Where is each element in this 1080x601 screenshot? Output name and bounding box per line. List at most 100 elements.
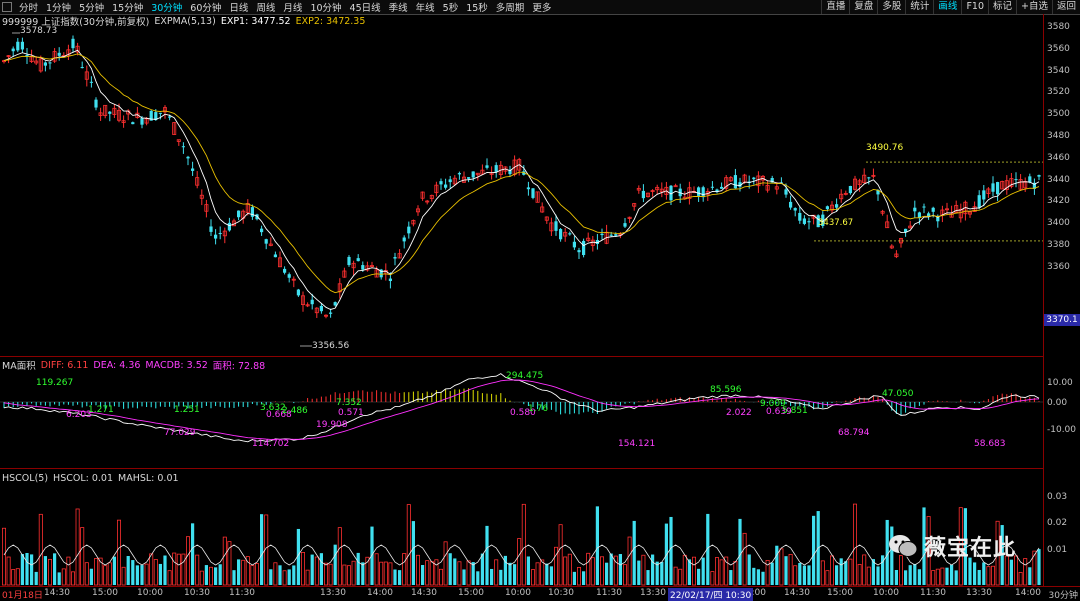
candle-body xyxy=(641,190,645,199)
period-tab-9[interactable]: 10分钟 xyxy=(306,0,345,14)
volume-bar xyxy=(476,571,480,585)
period-tab-13[interactable]: 5秒 xyxy=(439,0,463,14)
period-tab-8[interactable]: 月线 xyxy=(279,0,306,14)
period-tab-16[interactable]: 更多 xyxy=(528,0,555,14)
volume-bar xyxy=(232,570,236,585)
macd-value-label: 19.908 xyxy=(316,420,348,430)
window-corner-icon[interactable] xyxy=(2,2,12,12)
candle-body xyxy=(798,212,802,221)
period-tab-11[interactable]: 季线 xyxy=(385,0,412,14)
toolbar-button-4[interactable]: 画线 xyxy=(933,0,961,14)
time-tick: 14:30 xyxy=(411,588,437,598)
candle-body xyxy=(572,241,576,248)
volume-bar xyxy=(862,554,867,586)
volume-bar xyxy=(812,515,816,585)
volume-bar xyxy=(1023,558,1028,586)
volume-bar xyxy=(513,564,517,585)
period-tab-1[interactable]: 1分钟 xyxy=(42,0,75,14)
macd-value-label: 114.702 xyxy=(252,439,290,449)
kline-chart[interactable] xyxy=(0,14,1043,586)
volume-bar xyxy=(563,556,568,586)
volume-bar xyxy=(770,562,774,585)
period-tab-10[interactable]: 45日线 xyxy=(346,0,385,14)
period-tab-2[interactable]: 5分钟 xyxy=(75,0,108,14)
volume-bar xyxy=(798,563,802,585)
time-tick: 13:30 xyxy=(966,588,992,598)
candle-body xyxy=(835,204,839,208)
candle-body xyxy=(996,182,1000,195)
period-tab-12[interactable]: 年线 xyxy=(412,0,439,14)
toolbar-button-1[interactable]: 复盘 xyxy=(849,0,877,14)
exp2-line xyxy=(3,53,1040,294)
macd-value-label: 0.571 xyxy=(338,408,364,418)
volume-bar xyxy=(167,570,172,586)
price-tick: 3460 xyxy=(1047,152,1070,163)
volume-bar xyxy=(471,562,475,585)
toolbar-button-6[interactable]: 标记 xyxy=(988,0,1016,14)
period-tab-15[interactable]: 多周期 xyxy=(492,0,529,14)
volume-bar xyxy=(876,566,880,585)
toolbar-button-3[interactable]: 统计 xyxy=(905,0,933,14)
macd-tick: 0.00 xyxy=(1047,398,1068,408)
volume-bar xyxy=(742,532,747,586)
candle-body xyxy=(402,237,406,242)
volume-bar xyxy=(517,538,522,586)
candle-body xyxy=(825,206,829,210)
volume-bar xyxy=(807,565,811,585)
candle-body xyxy=(807,221,811,223)
volume-bar xyxy=(388,562,393,586)
period-tab-0[interactable]: 分时 xyxy=(15,0,42,14)
volume-bar xyxy=(848,558,853,586)
period-tab-7[interactable]: 周线 xyxy=(252,0,279,14)
period-tab-3[interactable]: 15分钟 xyxy=(108,0,147,14)
period-tab-6[interactable]: 日线 xyxy=(225,0,252,14)
volume-bar xyxy=(57,572,61,585)
volume-bar xyxy=(784,556,788,585)
candle-body xyxy=(347,256,351,266)
period-tab-14[interactable]: 15秒 xyxy=(462,0,492,14)
candle-body xyxy=(108,111,112,114)
volume-bar xyxy=(669,516,673,585)
volume-bar xyxy=(443,541,448,586)
volume-bar xyxy=(719,559,724,586)
volume-bar xyxy=(908,565,912,585)
macd-value-label: 119.267 xyxy=(36,378,74,388)
candle-body xyxy=(710,186,714,188)
period-tab-4[interactable]: 30分钟 xyxy=(147,0,186,14)
volume-bar xyxy=(577,567,582,586)
time-tick: 10:30 xyxy=(184,588,210,598)
volume-bar xyxy=(462,569,466,585)
toolbar-button-7[interactable]: +自选 xyxy=(1016,0,1052,14)
time-axis: 01月18日 30分钟 14:30 15:00 10:00 10:30 11:30 13:… xyxy=(0,586,1080,601)
period-tab-5[interactable]: 60分钟 xyxy=(186,0,225,14)
volume-bar xyxy=(945,567,949,585)
price-tick: 3440 xyxy=(1047,174,1070,185)
volume-bar xyxy=(802,565,806,585)
volume-bar xyxy=(457,561,462,586)
candle-body xyxy=(71,38,75,49)
volume-bar xyxy=(682,554,687,586)
toolbar-button-8[interactable]: 返回 xyxy=(1051,0,1080,14)
volume-bar xyxy=(250,565,255,586)
candle-body xyxy=(600,233,604,236)
candle-body xyxy=(260,228,264,233)
volume-bar xyxy=(117,519,122,586)
time-tick: 15:00 xyxy=(458,588,484,598)
price-tick: 3400 xyxy=(1047,218,1070,229)
volume-tick: 0.02 xyxy=(1047,518,1068,528)
toolbar-button-2[interactable]: 多股 xyxy=(877,0,905,14)
candle-body xyxy=(577,250,581,253)
price-tick: 3520 xyxy=(1047,87,1070,98)
volume-bar xyxy=(11,569,16,586)
toolbar-button-5[interactable]: F10 xyxy=(961,0,988,14)
volume-bar xyxy=(453,558,457,585)
volume-bar xyxy=(38,513,43,586)
volume-bar xyxy=(715,557,720,586)
volume-bar xyxy=(646,570,650,585)
toolbar-button-0[interactable]: 直播 xyxy=(821,0,849,14)
candle-body xyxy=(439,181,443,185)
price-tick: 3420 xyxy=(1047,196,1070,207)
volume-bar xyxy=(991,565,996,586)
candle-body xyxy=(181,146,185,148)
current-price-tag: 3370.1 xyxy=(1044,314,1080,326)
